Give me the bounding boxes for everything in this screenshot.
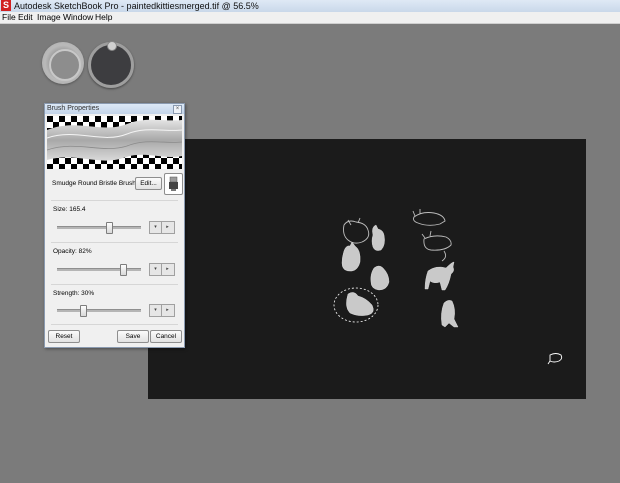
size-stepper[interactable]: ▾ ▸ xyxy=(149,221,175,234)
separator xyxy=(51,284,178,285)
brush-puck[interactable] xyxy=(42,42,84,84)
strength-stepper[interactable]: ▾ ▸ xyxy=(149,304,175,317)
brush-properties-title: Brush Properties xyxy=(47,105,100,112)
size-increase-button[interactable]: ▸ xyxy=(162,222,173,233)
separator xyxy=(51,324,178,325)
brush-library-button[interactable] xyxy=(164,173,183,195)
color-puck[interactable] xyxy=(88,41,134,88)
drawing-canvas[interactable] xyxy=(148,139,586,399)
menu-image[interactable]: Image xyxy=(37,12,61,23)
strength-increase-button[interactable]: ▸ xyxy=(162,305,173,316)
size-label: Size: 165.4 xyxy=(53,206,86,213)
edit-brush-button[interactable]: Edit... xyxy=(135,177,162,190)
brush-stroke-preview xyxy=(47,116,182,169)
strength-label: Strength: 30% xyxy=(53,290,95,297)
cancel-button[interactable]: Cancel xyxy=(150,330,182,343)
menu-window[interactable]: Window xyxy=(63,12,93,23)
brush-puck-ring-icon xyxy=(49,49,81,81)
opacity-slider-thumb[interactable] xyxy=(120,264,128,276)
brush-name-label: Smudge Round Bristle Brush xyxy=(52,180,136,187)
strength-slider[interactable] xyxy=(57,305,141,317)
painted-kittens xyxy=(341,224,459,328)
kitten-artwork xyxy=(333,209,563,365)
strength-decrease-button[interactable]: ▾ xyxy=(150,305,162,316)
strength-slider-thumb[interactable] xyxy=(80,305,88,317)
opacity-decrease-button[interactable]: ▾ xyxy=(150,264,162,275)
color-puck-handle-icon[interactable] xyxy=(107,41,117,51)
close-icon[interactable]: × xyxy=(173,105,182,114)
save-button[interactable]: Save xyxy=(117,330,149,343)
menu-edit[interactable]: Edit xyxy=(18,12,33,23)
size-slider-thumb[interactable] xyxy=(106,222,114,234)
separator xyxy=(51,200,178,201)
sketchbook-logo-icon[interactable]: S xyxy=(1,0,11,11)
brush-preview-canvas xyxy=(47,116,182,169)
opacity-label: Opacity: 82% xyxy=(53,248,92,255)
menu-bar: File Edit Image Window Help xyxy=(0,12,620,24)
brush-cursor-icon xyxy=(547,353,563,365)
window-title: Autodesk SketchBook Pro - paintedkitties… xyxy=(14,1,259,11)
reset-button[interactable]: Reset xyxy=(48,330,80,343)
menu-file[interactable]: File xyxy=(2,12,16,23)
size-decrease-button[interactable]: ▾ xyxy=(150,222,162,233)
brush-properties-panel: Brush Properties × Smudge Round Bristle … xyxy=(44,103,185,348)
opacity-increase-button[interactable]: ▸ xyxy=(162,264,173,275)
brush-icon xyxy=(169,176,178,191)
opacity-stepper[interactable]: ▾ ▸ xyxy=(149,263,175,276)
menu-help[interactable]: Help xyxy=(95,12,112,23)
brush-properties-titlebar[interactable]: Brush Properties × xyxy=(45,104,184,114)
opacity-slider[interactable] xyxy=(57,264,141,276)
separator xyxy=(51,242,178,243)
size-slider[interactable] xyxy=(57,222,141,234)
